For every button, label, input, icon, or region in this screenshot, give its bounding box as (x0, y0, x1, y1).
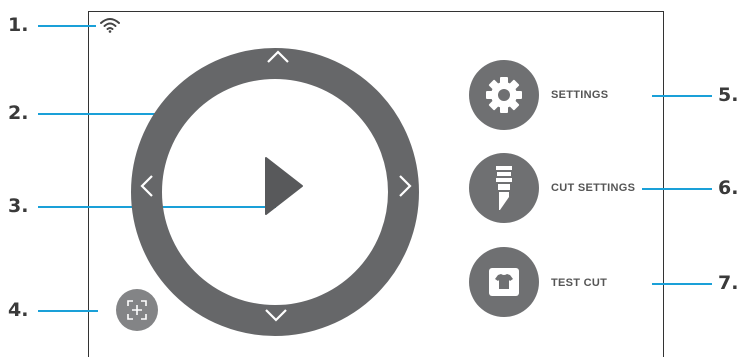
blade-holder-icon (496, 166, 512, 210)
play-icon (265, 157, 303, 215)
gear-icon (486, 77, 522, 113)
chevron-down-icon[interactable] (262, 306, 290, 324)
leader-line-6 (642, 188, 712, 190)
leader-line-7 (652, 283, 712, 285)
chevron-right-icon[interactable] (396, 172, 414, 200)
callout-4: 4. (8, 299, 29, 321)
chevron-left-icon[interactable] (138, 172, 156, 200)
play-button[interactable] (264, 156, 304, 216)
leader-line-5 (652, 95, 712, 97)
cut-settings-button[interactable] (469, 153, 539, 223)
crosshair-frame-icon (127, 300, 147, 320)
settings-button[interactable] (469, 60, 539, 130)
callout-1: 1. (8, 14, 29, 36)
callout-6: 6. (718, 177, 739, 199)
callout-5: 5. (718, 84, 739, 106)
cut-settings-label: CUT SETTINGS (551, 182, 636, 194)
settings-label: SETTINGS (551, 89, 609, 101)
leader-line-2 (38, 113, 168, 115)
focus-button[interactable] (116, 289, 158, 331)
leader-line-4 (38, 310, 98, 312)
test-cut-label: TEST CUT (551, 277, 608, 289)
leader-line-1 (38, 25, 96, 27)
tshirt-icon (489, 268, 519, 296)
callout-7: 7. (718, 272, 739, 294)
callout-3: 3. (8, 195, 29, 217)
chevron-up-icon[interactable] (264, 48, 292, 66)
test-cut-button[interactable] (469, 247, 539, 317)
wifi-icon (100, 18, 120, 33)
callout-2: 2. (8, 102, 29, 124)
